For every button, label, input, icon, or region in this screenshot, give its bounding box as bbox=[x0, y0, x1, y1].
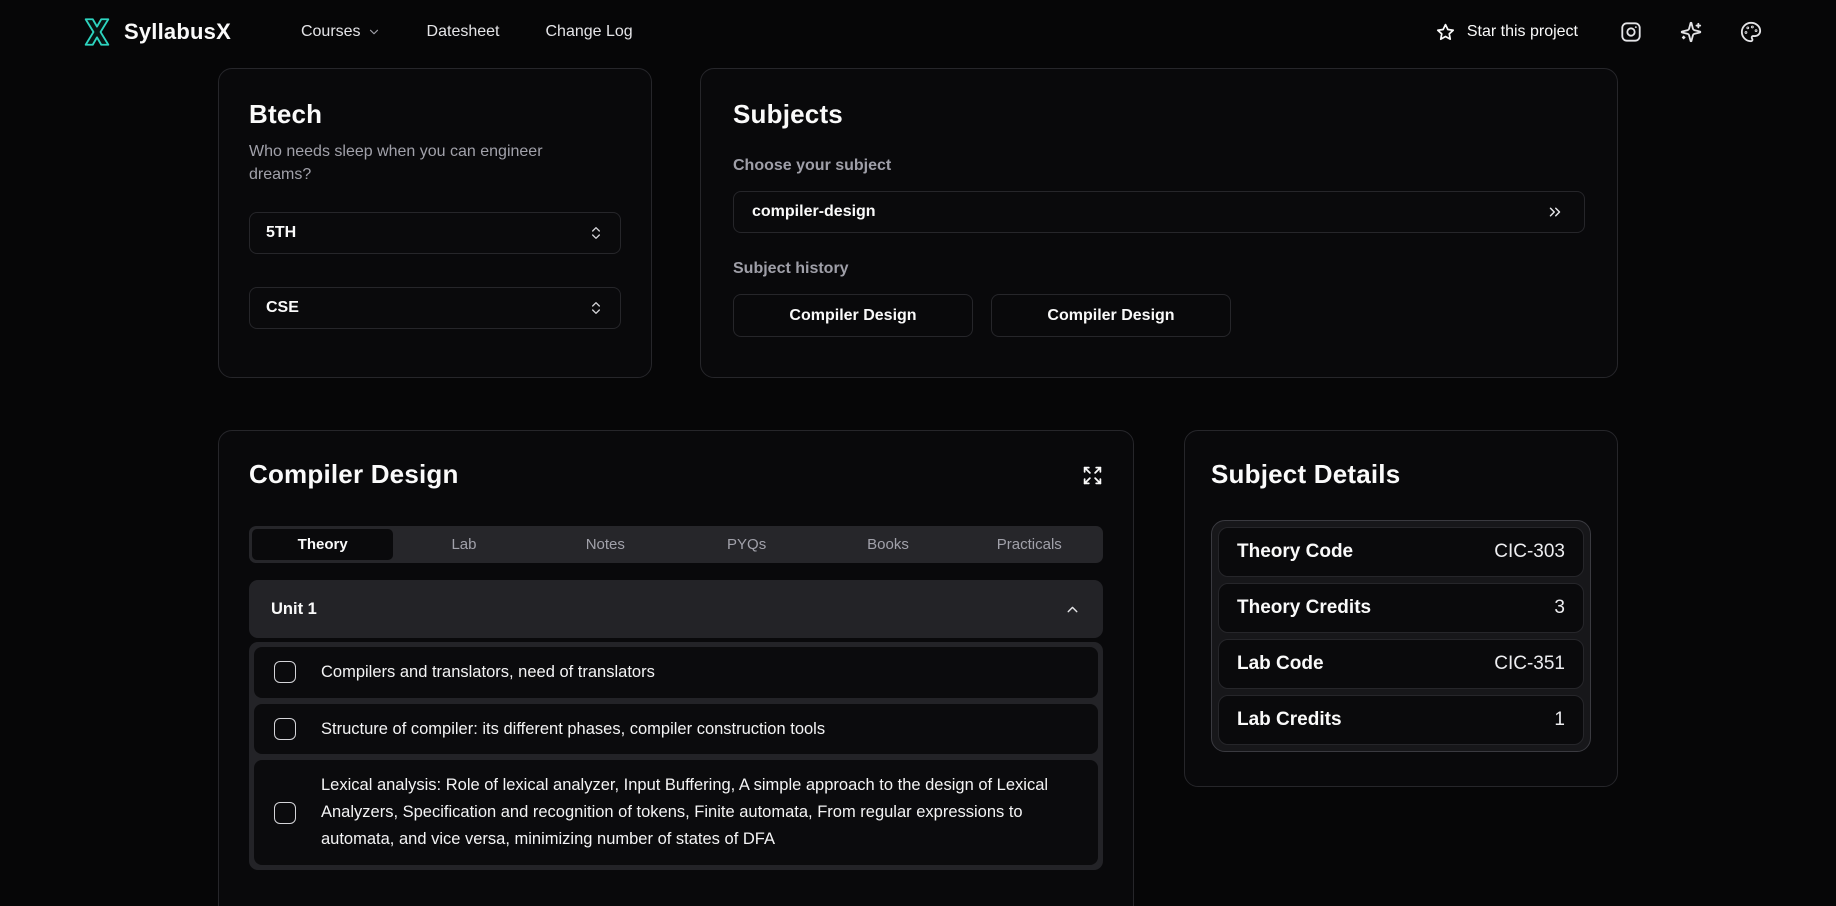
topic-checkbox[interactable] bbox=[274, 718, 296, 740]
nav-link-courses[interactable]: Courses bbox=[301, 23, 381, 41]
tab-lab[interactable]: Lab bbox=[393, 529, 534, 560]
detail-row-theory-credits: Theory Credits 3 bbox=[1218, 583, 1584, 633]
star-project-button[interactable]: Star this project bbox=[1435, 22, 1578, 43]
syllabus-card-title: Compiler Design bbox=[249, 459, 459, 490]
detail-row-theory-code: Theory Code CIC-303 bbox=[1218, 527, 1584, 577]
nav-link-label: Change Log bbox=[545, 23, 632, 41]
subjects-card-title: Subjects bbox=[733, 99, 1585, 130]
topic-label: Lexical analysis: Role of lexical analyz… bbox=[321, 772, 1078, 852]
subject-details-title: Subject Details bbox=[1211, 459, 1591, 490]
nav-link-label: Courses bbox=[301, 23, 361, 41]
brand[interactable]: SyllabusX bbox=[80, 15, 231, 49]
topic-row[interactable]: Structure of compiler: its different pha… bbox=[254, 704, 1098, 755]
chevrons-right-icon bbox=[1546, 203, 1564, 221]
tab-theory[interactable]: Theory bbox=[252, 529, 393, 560]
detail-value: 1 bbox=[1554, 709, 1565, 731]
syllabus-tabs: Theory Lab Notes PYQs Books Practicals bbox=[249, 526, 1103, 563]
detail-label: Theory Code bbox=[1237, 541, 1353, 563]
star-icon bbox=[1435, 22, 1456, 43]
unit-topic-list: Compilers and translators, need of trans… bbox=[249, 642, 1103, 870]
palette-icon[interactable] bbox=[1740, 21, 1762, 43]
sparkles-icon[interactable] bbox=[1680, 21, 1702, 43]
nav-icon-buttons bbox=[1620, 21, 1762, 43]
detail-value: CIC-303 bbox=[1494, 541, 1565, 563]
expand-button[interactable] bbox=[1082, 465, 1103, 486]
subject-details-card: Subject Details Theory Code CIC-303 Theo… bbox=[1184, 430, 1618, 787]
topic-label: Structure of compiler: its different pha… bbox=[321, 716, 825, 743]
top-row: Btech Who needs sleep when you can engin… bbox=[218, 68, 1618, 378]
detail-row-lab-credits: Lab Credits 1 bbox=[1218, 695, 1584, 745]
nav-links: Courses Datesheet Change Log bbox=[301, 23, 633, 41]
brand-name: SyllabusX bbox=[124, 19, 231, 45]
branch-select[interactable]: CSE bbox=[249, 287, 621, 329]
tab-pyqs[interactable]: PYQs bbox=[676, 529, 817, 560]
choose-subject-label: Choose your subject bbox=[733, 157, 1585, 175]
nav-link-datesheet[interactable]: Datesheet bbox=[427, 23, 500, 41]
chevron-down-icon bbox=[367, 25, 381, 39]
semester-select[interactable]: 5TH bbox=[249, 212, 621, 254]
topic-row[interactable]: Compilers and translators, need of trans… bbox=[254, 647, 1098, 698]
chevron-up-icon bbox=[1064, 601, 1081, 618]
nav-right: Star this project bbox=[1435, 21, 1762, 43]
chevrons-up-down-icon bbox=[588, 225, 604, 241]
subject-details-list: Theory Code CIC-303 Theory Credits 3 Lab… bbox=[1211, 520, 1591, 752]
app-viewport: SyllabusX Courses Datesheet Change Log S… bbox=[0, 0, 1836, 906]
semester-select-value: 5TH bbox=[266, 224, 296, 242]
expand-icon bbox=[1082, 465, 1103, 486]
chevrons-up-down-icon bbox=[588, 300, 604, 316]
subject-go-button[interactable] bbox=[1542, 199, 1568, 225]
tab-notes[interactable]: Notes bbox=[535, 529, 676, 560]
tab-books[interactable]: Books bbox=[817, 529, 958, 560]
syllabus-card: Compiler Design Theory Lab Notes bbox=[218, 430, 1134, 906]
navbar: SyllabusX Courses Datesheet Change Log S… bbox=[0, 0, 1836, 64]
unit-title: Unit 1 bbox=[271, 600, 317, 619]
detail-value: CIC-351 bbox=[1494, 653, 1565, 675]
course-card-title: Btech bbox=[249, 99, 621, 130]
subject-search-input[interactable]: compiler-design bbox=[733, 191, 1585, 233]
branch-select-value: CSE bbox=[266, 299, 299, 317]
topic-checkbox[interactable] bbox=[274, 661, 296, 683]
topic-label: Compilers and translators, need of trans… bbox=[321, 659, 655, 686]
course-card-subtitle: Who needs sleep when you can engineer dr… bbox=[249, 140, 559, 186]
syllabus-card-header: Compiler Design bbox=[249, 459, 1103, 490]
bottom-row: Compiler Design Theory Lab Notes bbox=[218, 430, 1618, 906]
tab-practicals[interactable]: Practicals bbox=[959, 529, 1100, 560]
star-project-label: Star this project bbox=[1467, 23, 1578, 41]
detail-row-lab-code: Lab Code CIC-351 bbox=[1218, 639, 1584, 689]
subject-history-label: Subject history bbox=[733, 260, 1585, 278]
nav-link-label: Datesheet bbox=[427, 23, 500, 41]
course-card: Btech Who needs sleep when you can engin… bbox=[218, 68, 652, 378]
subject-search-value: compiler-design bbox=[752, 203, 876, 221]
topic-checkbox[interactable] bbox=[274, 802, 296, 824]
topic-row[interactable]: Lexical analysis: Role of lexical analyz… bbox=[254, 760, 1098, 864]
syllabusx-logo-icon bbox=[80, 15, 114, 49]
nav-link-changelog[interactable]: Change Log bbox=[545, 23, 632, 41]
instagram-icon[interactable] bbox=[1620, 21, 1642, 43]
detail-label: Lab Credits bbox=[1237, 709, 1342, 731]
history-button[interactable]: Compiler Design bbox=[733, 294, 973, 337]
main-content: Btech Who needs sleep when you can engin… bbox=[218, 68, 1618, 906]
subject-history-row: Compiler Design Compiler Design bbox=[733, 294, 1585, 337]
detail-label: Lab Code bbox=[1237, 653, 1324, 675]
subjects-card: Subjects Choose your subject compiler-de… bbox=[700, 68, 1618, 378]
detail-label: Theory Credits bbox=[1237, 597, 1371, 619]
unit-accordion-trigger[interactable]: Unit 1 bbox=[249, 580, 1103, 638]
history-button[interactable]: Compiler Design bbox=[991, 294, 1231, 337]
detail-value: 3 bbox=[1554, 597, 1565, 619]
